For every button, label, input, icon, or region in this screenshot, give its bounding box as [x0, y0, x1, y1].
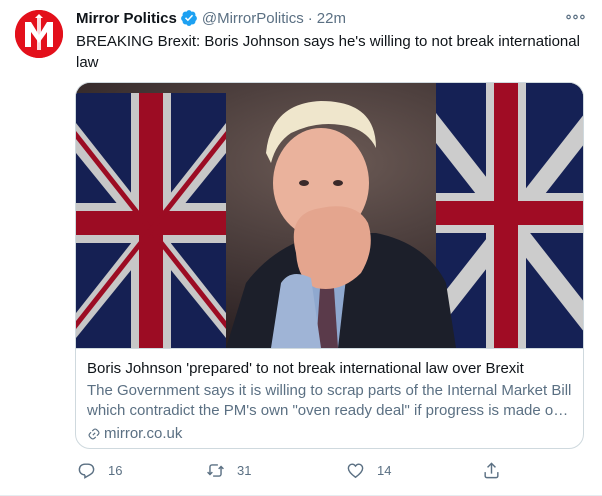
- heart-icon: [347, 462, 364, 478]
- reply-icon: [78, 462, 95, 479]
- link-icon: [88, 428, 100, 440]
- tweet-actions: 16 31 14: [72, 458, 512, 482]
- tweet-header: Mirror Politics @MirrorPolitics · 22m: [76, 8, 346, 28]
- tweet-text: BREAKING Brexit: Boris Johnson says he's…: [76, 33, 580, 71]
- news-photo-icon: [76, 83, 583, 348]
- card-domain-text: mirror.co.uk: [104, 425, 183, 442]
- avatar[interactable]: [15, 10, 63, 58]
- retweet-button[interactable]: 31: [206, 458, 251, 482]
- verified-badge-icon: [180, 10, 197, 26]
- card-description: The Government says it is willing to scr…: [87, 382, 572, 419]
- card-body[interactable]: Boris Johnson 'prepared' to not break in…: [76, 348, 583, 448]
- separator-dot: ·: [307, 9, 313, 27]
- author-name[interactable]: Mirror Politics: [76, 10, 177, 27]
- card-title: Boris Johnson 'prepared' to not break in…: [87, 360, 524, 377]
- card-domain: mirror.co.uk: [87, 424, 573, 444]
- card-image[interactable]: [76, 83, 583, 348]
- timestamp[interactable]: 22m: [317, 10, 346, 27]
- share-button[interactable]: [482, 458, 501, 482]
- like-count: 14: [377, 462, 392, 478]
- more-options-icon[interactable]: [564, 8, 586, 26]
- tweet[interactable]: Mirror Politics @MirrorPolitics · 22m BR…: [0, 0, 602, 496]
- reply-count: 16: [108, 462, 123, 478]
- like-button[interactable]: 14: [346, 458, 391, 482]
- link-card[interactable]: Boris Johnson 'prepared' to not break in…: [75, 82, 584, 449]
- retweet-icon: [207, 463, 224, 477]
- retweet-count: 31: [237, 462, 252, 478]
- mirror-logo-icon: [15, 10, 63, 58]
- reply-button[interactable]: 16: [77, 458, 122, 482]
- author-handle[interactable]: @MirrorPolitics: [202, 10, 304, 27]
- share-icon: [484, 461, 499, 478]
